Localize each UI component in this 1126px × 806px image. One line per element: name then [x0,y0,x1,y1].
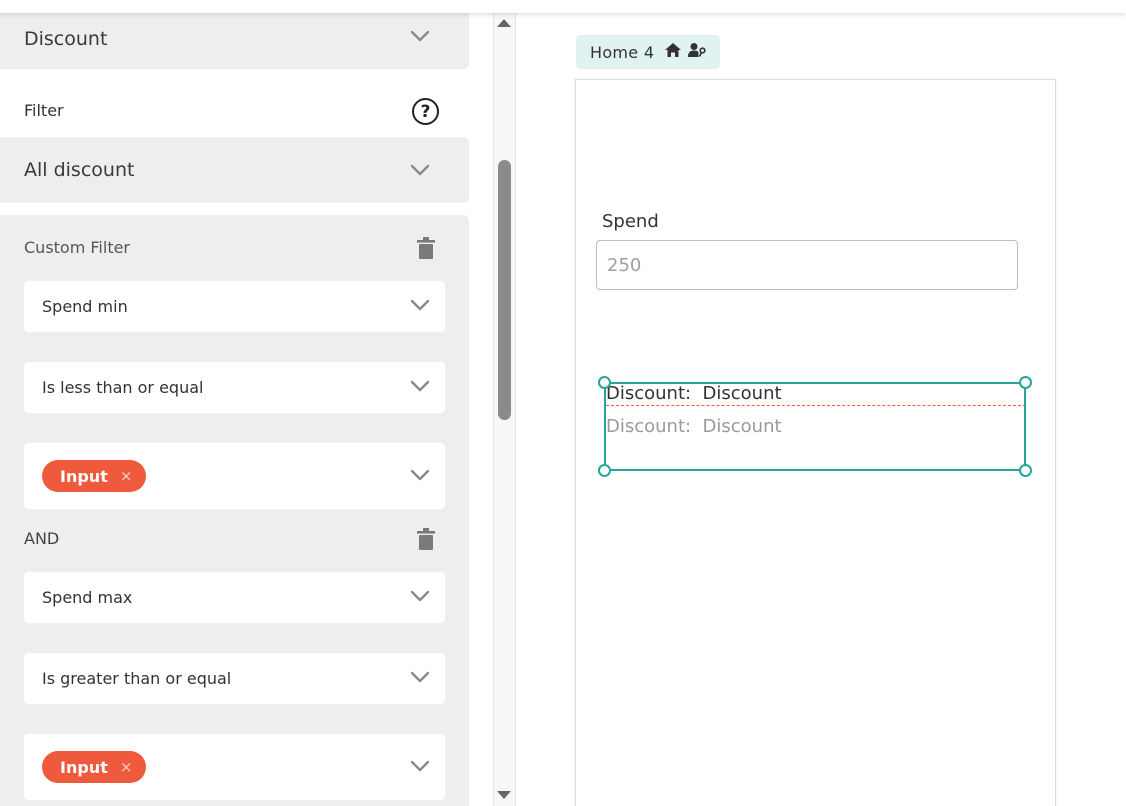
page-tag[interactable]: Home 4 [576,35,721,69]
field-select-label: Spend min [42,297,128,316]
operator-select-label: Is less than or equal [42,378,204,397]
app-root: Discount Filter ? All discount Custom Fi… [0,0,1126,806]
custom-filter-title: Custom Filter [24,238,131,257]
field-select-2[interactable]: Spend max [24,572,445,623]
input-chip[interactable]: Input × [42,751,147,783]
top-bar [0,0,1126,13]
trash-icon[interactable] [417,528,435,550]
chevron-down-icon [410,299,430,313]
chevron-down-icon [410,469,430,483]
operator-select-1[interactable]: Is less than or equal [24,362,445,413]
chip-label: Input [60,757,108,777]
chevron-down-icon [410,164,430,178]
close-icon[interactable]: × [120,467,133,485]
filter-dropdown[interactable]: All discount [0,137,469,203]
trash-icon[interactable] [417,237,435,259]
page-tag-label: Home 4 [590,42,655,62]
close-icon[interactable]: × [120,758,133,776]
filter-label: Filter [24,101,64,120]
properties-panel: Discount Filter ? All discount Custom Fi… [0,0,493,806]
scroll-up-arrow-icon[interactable] [497,19,511,27]
resize-handle-bottom-right[interactable] [1019,464,1032,477]
spend-label: Spend [602,211,659,232]
value-select-2[interactable]: Input × [24,734,445,800]
resize-handle-bottom-left[interactable] [598,464,611,477]
field-select-label: Spend max [42,588,133,607]
selection-box[interactable] [604,382,1026,471]
chevron-down-icon [410,380,430,394]
operator-select-label: Is greater than or equal [42,669,232,688]
chevron-down-icon [410,671,430,685]
spend-input[interactable] [596,240,1018,290]
resize-handle-top-left[interactable] [598,376,611,389]
operator-select-2[interactable]: Is greater than or equal [24,653,445,704]
chevron-down-icon [410,30,430,44]
chevron-down-icon [410,760,430,774]
chevron-down-icon [410,590,430,604]
home-icon [664,42,682,62]
field-select-1[interactable]: Spend min [24,281,445,332]
value-select-1[interactable]: Input × [24,443,445,509]
discount-dropdown-label: Discount [24,27,108,50]
help-icon[interactable]: ? [412,98,439,125]
input-chip[interactable]: Input × [42,460,147,492]
scroll-down-arrow-icon[interactable] [497,791,511,799]
filter-dropdown-label: All discount [24,159,135,181]
and-label: AND [24,529,60,548]
user-key-icon [688,42,706,62]
chip-label: Input [60,466,108,486]
scrollbar-thumb[interactable] [498,160,511,420]
resize-handle-top-right[interactable] [1019,376,1032,389]
